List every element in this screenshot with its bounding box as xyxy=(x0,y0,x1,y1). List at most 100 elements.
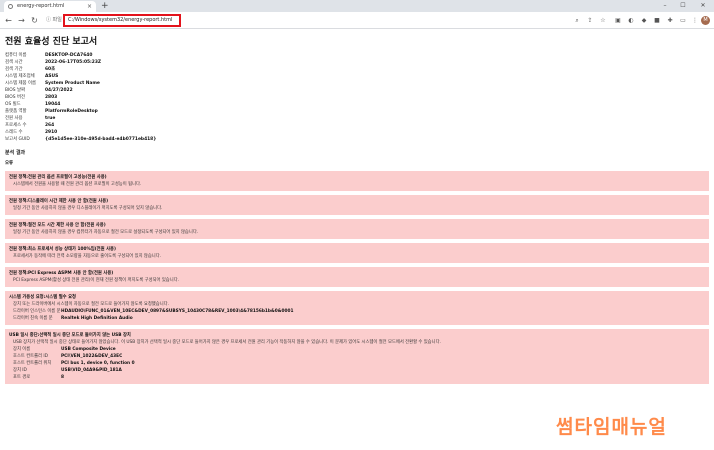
profile-avatar[interactable]: M xyxy=(701,16,710,25)
detail-value: HDAUDIO\FUNC_01&VEN_10EC&DEV_0897&SUBSYS… xyxy=(61,309,294,314)
info-label: BIOS 버전 xyxy=(5,95,26,100)
info-label: 스레드 수 xyxy=(5,130,23,135)
usb-suspend-box: USB 일시 중단:선택적 일시 중단 모드로 들어가지 않는 USB 장치 U… xyxy=(5,329,709,384)
file-icon xyxy=(8,4,13,9)
sidebar-icon[interactable]: ▭ xyxy=(678,12,688,29)
minimize-button[interactable]: – xyxy=(658,0,672,12)
info-label: 플랫폼 역할 xyxy=(5,109,27,114)
tab-strip: energy-report.html × + – ☐ ✕ xyxy=(0,0,714,12)
info-value: ASUS xyxy=(45,74,59,79)
error-title: 전원 정책:전원 관리 옵션 프로필이 고성능(전원 사용) xyxy=(9,175,107,180)
extension-icon-4[interactable]: ■ xyxy=(652,12,662,29)
error-title: 전원 정책:절전 모드 시간 제한 사용 안 함(전원 사용) xyxy=(9,223,106,228)
browser-toolbar: ← → ↻ ⓘ 파일 C:/Windows/system32/energy-re… xyxy=(0,12,714,29)
detail-row: 장치 ID USB\VID_04A9&PID_181A xyxy=(9,367,705,374)
info-row: 컴퓨터 이름 DESKTOP-DCA7640 xyxy=(5,52,709,59)
detail-key: 포트 경로 xyxy=(13,375,31,380)
info-value: System Product Name xyxy=(45,81,100,86)
menu-icon[interactable]: ⋮ xyxy=(690,12,700,29)
detail-value: PCI\VEN_1022&DEV_43EC xyxy=(61,354,123,359)
info-label: 프로세스 수 xyxy=(5,123,27,128)
box-desc: 장치 또는 드라이버에서 시스템이 자동으로 절전 모드로 들어가지 않도록 요… xyxy=(13,302,169,307)
site-info-label[interactable]: ⓘ 파일 xyxy=(46,12,62,29)
info-value: 2022-06-17T05:05:23Z xyxy=(45,60,102,65)
box-desc: USB 장치가 선택적 일시 중단 상태로 들어가지 않았습니다. 이 USB … xyxy=(13,340,441,345)
info-value: DESKTOP-DCA7640 xyxy=(45,53,93,58)
info-label: BIOS 날짜 xyxy=(5,88,26,93)
error-box: 전원 정책:최소 프로세서 성능 상태가 100%임(전원 사용) 프로세서가 동… xyxy=(5,243,709,263)
extension-icon[interactable]: ▣ xyxy=(613,12,623,29)
close-window-button[interactable]: ✕ xyxy=(696,0,710,12)
detail-row: 드라이버 친숙 이름 문 Realtek High Definition Audi… xyxy=(9,315,705,322)
info-row: 스레드 수 2910 xyxy=(5,129,709,136)
forward-button[interactable]: → xyxy=(16,12,27,29)
info-row: 시스템 제품 이름 System Product Name xyxy=(5,80,709,87)
detail-key: 드라이버 인스턴스 이름 문 xyxy=(13,309,61,314)
info-label: 검색 시간 xyxy=(5,60,23,65)
error-title: 전원 정책:최소 프로세서 성능 상태가 100%임(전원 사용) xyxy=(9,247,116,252)
detail-value: 8 xyxy=(61,375,64,380)
info-label: OS 빌드 xyxy=(5,102,21,107)
error-title: 전원 정책:PCI Express ASPM 사용 안 함(전원 사용) xyxy=(9,271,114,276)
maximize-button[interactable]: ☐ xyxy=(676,0,690,12)
info-label: 전원 사용 xyxy=(5,116,23,121)
info-value: PlatformRoleDesktop xyxy=(45,109,98,114)
info-row: 프로세스 수 264 xyxy=(5,122,709,129)
info-row: 검색 시간 2022-06-17T05:05:23Z xyxy=(5,59,709,66)
detail-key: 드라이버 친숙 이름 문 xyxy=(13,316,53,321)
info-value: 19044 xyxy=(45,102,61,107)
usb-audio-box: 시스템 가용성 요청:시스템 필수 요청 장치 또는 드라이버에서 시스템이 자… xyxy=(5,291,709,325)
error-box: 전원 정책:전원 관리 옵션 프로필이 고성능(전원 사용) 시스템에서 전원을 … xyxy=(5,171,709,191)
error-heading: 오류 xyxy=(5,161,14,166)
error-box: 전원 정책:절전 모드 시간 제한 사용 안 함(전원 사용) 일정 기간 동안 … xyxy=(5,219,709,239)
box-rows: 장치 이름 USB Composite Device 호스트 컨트롤러 ID PCI\… xyxy=(9,346,705,381)
bookmark-star-icon[interactable]: ☆ xyxy=(598,12,608,29)
detail-key: 호스트 컨트롤러 위치 xyxy=(13,361,52,366)
browser-tab[interactable]: energy-report.html × xyxy=(4,1,96,12)
system-info: 컴퓨터 이름 DESKTOP-DCA7640 검색 시간 2022-06-17T05:… xyxy=(5,52,709,143)
error-desc: 일정 기간 동안 사용하지 않을 경우 디스플레이가 꺼지도록 구성되어 있지 … xyxy=(13,206,163,211)
info-label: 검색 기간 xyxy=(5,67,23,72)
detail-key: 장치 이름 xyxy=(13,347,31,352)
info-row: 검색 기간 60초 xyxy=(5,66,709,73)
detail-row: 호스트 컨트롤러 위치 PCI bus 1, device 0, function… xyxy=(9,360,705,367)
error-box: 전원 정책:디스플레이 시간 제한 사용 안 함(전원 사용) 일정 기간 동안 … xyxy=(5,195,709,215)
detail-row: 장치 이름 USB Composite Device xyxy=(9,346,705,353)
info-value: 2803 xyxy=(45,95,58,100)
detail-key: 호스트 컨트롤러 ID xyxy=(13,354,48,359)
detail-row: 호스트 컨트롤러 ID PCI\VEN_1022&DEV_43EC xyxy=(9,353,705,360)
tab-title: energy-report.html xyxy=(17,3,65,9)
box-title: USB 일시 중단:선택적 일시 중단 모드로 들어가지 않는 USB 장치 xyxy=(9,333,131,338)
reload-button[interactable]: ↻ xyxy=(29,12,40,29)
info-value: 264 xyxy=(45,123,55,128)
box-title: 시스템 가용성 요청:시스템 필수 요청 xyxy=(9,295,76,300)
error-desc: 일정 기간 동안 사용하지 않을 경우 컴퓨터가 자동으로 절전 모드로 설정되… xyxy=(13,230,199,235)
info-value: {d5e1d5ee-310e-495d-bad4-e4b0771eb418} xyxy=(45,137,157,142)
extension-icon-3[interactable]: ◆ xyxy=(639,12,649,29)
detail-value: USB Composite Device xyxy=(61,347,116,352)
report-page: 전원 효율성 진단 보고서 컴퓨터 이름 DESKTOP-DCA7640 검색 시간… xyxy=(0,30,714,450)
info-label: 보고서 GUID xyxy=(5,137,30,142)
close-tab-icon[interactable]: × xyxy=(87,1,92,12)
error-box: 전원 정책:PCI Express ASPM 사용 안 함(전원 사용) PCI … xyxy=(5,267,709,287)
back-button[interactable]: ← xyxy=(3,12,14,29)
info-value: true xyxy=(45,116,56,121)
extension-icon-2[interactable]: ◐ xyxy=(626,12,636,29)
error-list: 전원 정책:전원 관리 옵션 프로필이 고성능(전원 사용) 시스템에서 전원을 … xyxy=(5,171,709,287)
detail-row: 포트 경로 8 xyxy=(9,374,705,381)
zoom-icon[interactable]: ⌕ xyxy=(572,12,582,29)
detail-key: 장치 ID xyxy=(13,368,27,373)
new-tab-button[interactable]: + xyxy=(101,0,109,12)
page-title: 전원 효율성 진단 보고서 xyxy=(5,37,98,47)
info-label: 시스템 제조업체 xyxy=(5,74,35,79)
error-desc: 시스템에서 전원을 사용할 때 전원 관리 옵션 프로필이 고성능이 됩니다. xyxy=(13,182,142,187)
puzzle-icon[interactable]: ✚ xyxy=(665,12,675,29)
detail-value: Realtek High Definition Audio xyxy=(61,316,133,321)
watermark-logo: 썸타임매뉴얼 xyxy=(556,416,667,438)
share-icon[interactable]: ⇪ xyxy=(585,12,595,29)
box-rows: 드라이버 인스턴스 이름 문 HDAUDIO\FUNC_01&VEN_10EC&D… xyxy=(9,308,705,322)
info-label: 시스템 제품 이름 xyxy=(5,81,37,86)
info-row: BIOS 날짜 04/27/2022 xyxy=(5,87,709,94)
address-bar[interactable]: C:/Windows/system32/energy-report.html xyxy=(63,14,181,27)
analysis-heading: 분석 결과 xyxy=(5,150,26,156)
